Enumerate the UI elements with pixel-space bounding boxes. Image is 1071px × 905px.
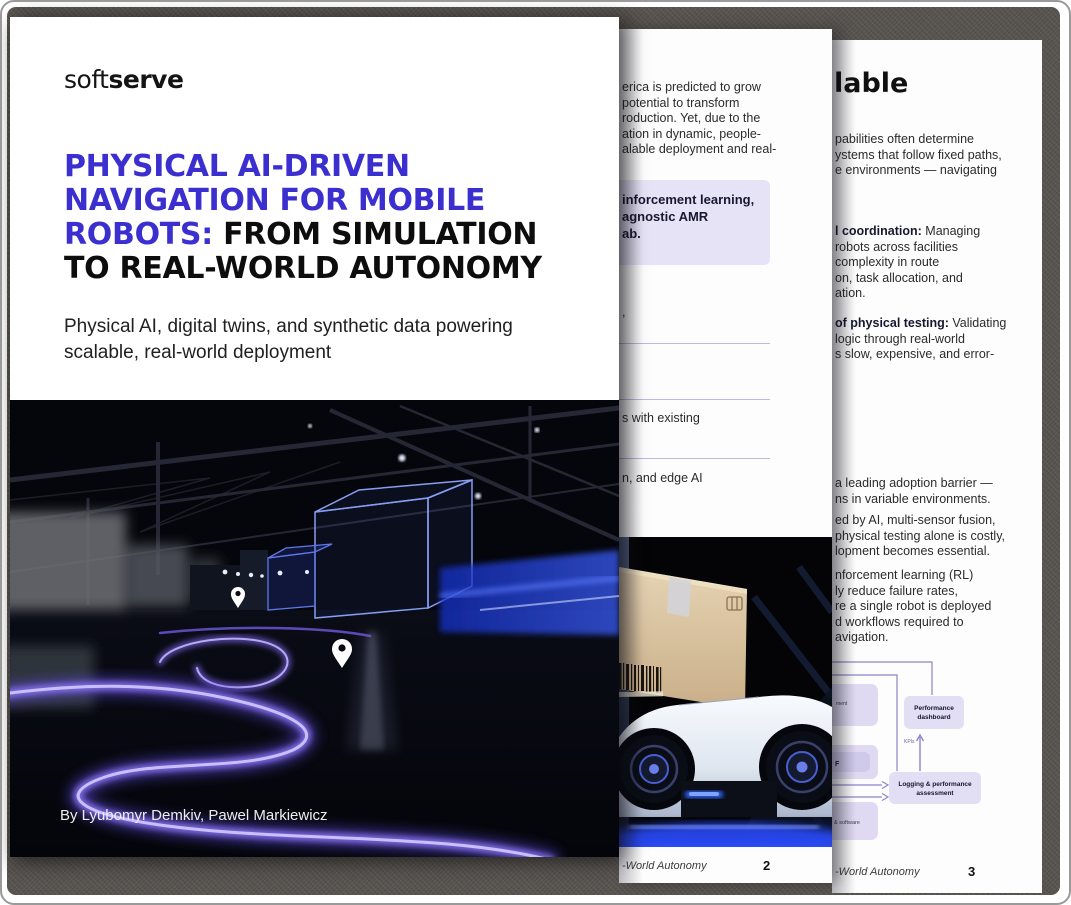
page3-intro-paragraph: pabilities often determine ystems that f…	[835, 132, 1002, 179]
page2-intro-paragraph: erica is predicted to grow potential to …	[622, 80, 776, 158]
mockup-frame: lable pabilities often determine ystems …	[0, 0, 1071, 905]
page3-bullet-coordination: l coordination: Managing robots across f…	[835, 224, 980, 302]
warehouse-hero-image: By Lyubomyr Demkiv, Pawel Markiewicz	[10, 400, 619, 857]
left-wheel	[620, 735, 688, 803]
brochure-cover-page: softserve PHYSICAL AI-DRIVEN NAVIGATION …	[10, 17, 619, 857]
cover-subtitle: Physical AI, digital twins, and syntheti…	[64, 314, 544, 366]
logo-text-regular: soft	[64, 65, 108, 94]
tape-patch	[667, 577, 691, 617]
flow-diagram: KPIs ment F & software Performance dashb…	[832, 652, 1042, 857]
page2-list-fragment: s with existing	[622, 411, 700, 427]
svg-text:assessment: assessment	[916, 790, 954, 797]
performance-dashboard-box: Performance dashboard	[904, 696, 964, 729]
left-box-top-fragment: ment	[836, 701, 848, 707]
divider	[619, 343, 770, 344]
svg-text:dashboard: dashboard	[917, 714, 950, 721]
callout-box: inforcement learning, agnostic AMR ab.	[619, 180, 770, 265]
page3-bullet-physical-testing: of physical testing: Validating logic th…	[835, 316, 1006, 363]
logging-assessment-box: Logging & performance assessment	[889, 772, 981, 804]
brochure-mockup: lable pabilities often determine ystems …	[0, 0, 1071, 905]
floor-glow	[619, 815, 832, 847]
cover-title: PHYSICAL AI-DRIVEN NAVIGATION FOR MOBILE…	[64, 150, 542, 286]
page-3-slice: lable pabilities often determine ystems …	[832, 40, 1042, 893]
page2-list-fragment: n, and edge AI	[622, 471, 703, 487]
divider	[619, 458, 770, 459]
robot-photo	[619, 537, 832, 847]
delivery-robot	[619, 695, 832, 817]
byline: By Lyubomyr Demkiv, Pawel Markiewicz	[60, 807, 328, 824]
left-box-mid-fragment: F	[835, 761, 840, 768]
diagram-left-boxes: ment F & software	[832, 684, 878, 840]
page2-footer: -World Autonomy	[622, 860, 707, 872]
kpis-arrow	[917, 735, 924, 771]
kpis-label: KPIs	[904, 739, 915, 745]
page2-number: 2	[763, 858, 770, 873]
page3-footer: -World Autonomy	[835, 866, 920, 878]
page3-heading-fragment: lable	[834, 68, 908, 99]
page3-ai-paragraph: ed by AI, multi-sensor fusion, physical …	[835, 513, 1005, 560]
left-box-bottom-fragment: & software	[834, 820, 860, 826]
cardboard-box	[619, 565, 747, 709]
softserve-logo: softserve	[64, 65, 183, 94]
warehouse-illustration	[10, 400, 619, 857]
logo-text-bold: serve	[108, 65, 183, 94]
page-2-slice: erica is predicted to grow potential to …	[619, 29, 832, 883]
page3-number: 3	[968, 864, 975, 879]
page3-rl-paragraph: nforcement learning (RL) ly reduce failu…	[835, 568, 991, 646]
svg-text:Logging & performance: Logging & performance	[898, 781, 972, 788]
page3-adoption-paragraph: a leading adoption barrier — ns in varia…	[835, 476, 993, 507]
svg-text:Performance: Performance	[914, 705, 954, 712]
divider	[619, 399, 770, 400]
page2-text-fragment: ,	[622, 305, 625, 321]
